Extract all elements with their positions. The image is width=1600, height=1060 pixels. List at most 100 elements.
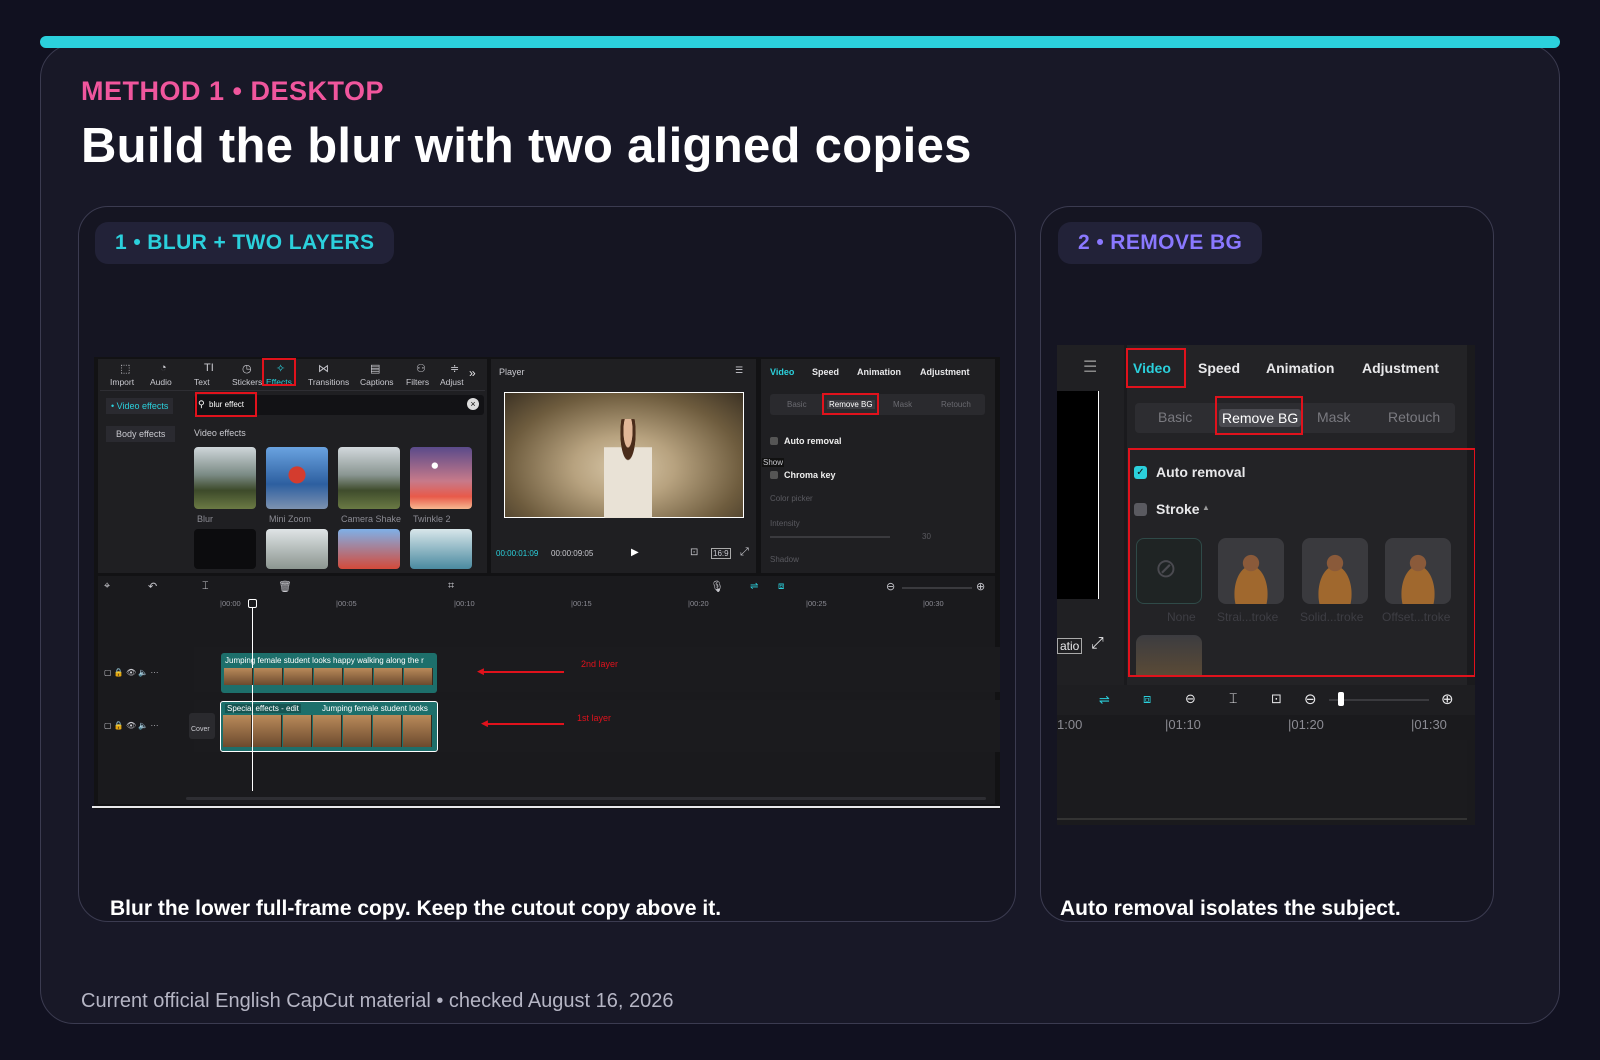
zoom-in-icon-2[interactable]: ⊕ [1441,690,1454,708]
undo-icon[interactable]: ↶ [148,580,157,593]
fullscreen-icon-2[interactable]: ⤢ [1091,635,1104,653]
card1-caption: Blur the lower full-frame copy. Keep the… [110,897,722,920]
filters-icon: ⚇ [416,363,426,375]
tab-animation[interactable]: Animation [1266,360,1334,376]
show-tooltip: Show [762,458,785,467]
playhead[interactable] [252,601,253,791]
toolbar-label-text[interactable]: Text [194,377,210,387]
effect-thumb-mini-zoom[interactable] [266,447,328,509]
clip-frame [404,668,433,685]
toolbar-label-captions[interactable]: Captions [360,377,394,387]
mic-icon[interactable]: 🎙 [710,580,724,593]
effect-label-twinkle: Twinkle 2 [413,514,451,524]
effect-thumb-red[interactable] [338,529,400,569]
delete-icon[interactable]: 🗑 [278,580,292,593]
stroke-checkbox[interactable] [1134,503,1147,516]
zoom-out-icon[interactable]: ⊖ [886,580,895,593]
zoom-slider[interactable] [902,587,972,589]
card2-pill: 2 • REMOVE BG [1058,222,1263,264]
ratio-button[interactable]: atio [1057,638,1083,654]
toolbar-label-filters[interactable]: Filters [406,377,429,387]
sidebar-item-body-effects[interactable]: Body effects [106,426,176,442]
auto-removal-checkbox[interactable] [770,437,778,445]
subtab-retouch[interactable]: Retouch [1388,409,1440,425]
accent-bar [40,36,1560,48]
split-icon[interactable]: ⌶ [202,580,209,593]
track1-controls[interactable]: ▢ 🔒 👁 🔈 ··· [104,721,159,730]
color-picker-label: Color picker [770,494,813,503]
subtab-basic[interactable]: Basic [1158,409,1192,425]
inspector-tab-animation[interactable]: Animation [857,367,901,377]
inspector-subtab-remove-bg[interactable]: Remove BG [827,400,875,409]
zoom-out-icon-2[interactable]: ⊖ [1304,690,1317,708]
section-title: Video effects [194,428,246,438]
none-icon: ⊘ [1155,553,1177,583]
magnet-icon-2[interactable]: ⧈ [1143,691,1151,707]
select-tool-icon[interactable]: ⌖ [104,580,110,593]
toolbar-label-adjust[interactable]: Adjust [440,377,464,387]
shadow-label: Shadow [770,555,799,564]
auto-removal-checkbox-2[interactable]: ✓ [1134,466,1147,479]
split-icon-2[interactable]: ⌶ [1229,690,1237,707]
toolbar-label-transitions[interactable]: Transitions [308,377,349,387]
inspector-subtab-retouch[interactable]: Retouch [941,400,971,409]
toolbar-label-audio[interactable]: Audio [150,377,172,387]
playhead-handle[interactable] [248,599,257,608]
stroke-option-2[interactable] [1302,538,1368,604]
crop-icon[interactable]: ⌗ [448,580,454,593]
play-icon[interactable]: ▶ [631,547,639,558]
zoom-slider-2[interactable] [1329,699,1429,701]
stroke-option-1[interactable] [1218,538,1284,604]
stroke-more-option[interactable] [1136,635,1202,675]
search-value: blur effect [209,400,244,409]
fit-icon[interactable]: ⊡ [690,547,698,558]
inspector-subtab-mask[interactable]: Mask [893,400,912,409]
chroma-key-checkbox[interactable] [770,471,778,479]
inspector-tab-adjustment[interactable]: Adjustment [920,367,970,377]
clip-frame [403,715,432,747]
effect-thumb-dark[interactable] [194,529,256,569]
aspect-ratio-button[interactable]: 16:9 [711,548,731,559]
subtab-mask[interactable]: Mask [1317,409,1350,425]
panel-menu-icon[interactable]: ☰ [1083,357,1097,377]
intensity-slider[interactable] [770,536,890,538]
effect-thumb-camera-shake[interactable] [338,447,400,509]
more-tools-icon[interactable]: » [469,366,476,380]
zoom-thumb-2[interactable] [1338,692,1344,706]
chain-icon[interactable]: ⊖ [1185,691,1196,707]
toolbar-label-stickers[interactable]: Stickers [232,377,262,387]
track2-controls[interactable]: ▢ 🔒 👁 🔈 ··· [104,668,159,677]
player-menu-icon[interactable]: ☰ [735,365,743,376]
fullscreen-icon[interactable]: ⤢ [740,546,749,559]
stickers-icon: ◷ [242,363,252,375]
inspector-subtab-basic[interactable]: Basic [787,400,807,409]
effect-thumb-forest[interactable] [266,529,328,569]
effect-thumb-twinkle[interactable] [410,447,472,509]
inspector-tab-video[interactable]: Video [770,367,794,377]
stroke-chevron-icon[interactable]: ▲ [1202,503,1210,512]
magnet-icon[interactable]: ⧈ [778,581,784,592]
tab-video[interactable]: Video [1133,360,1171,376]
ruler-label-2: |01:30 [1411,717,1447,732]
sidebar-item-video-effects[interactable]: • Video effects [106,398,174,414]
clear-search-icon[interactable]: × [467,398,479,410]
stroke-option-3[interactable] [1385,538,1451,604]
clip-frame [253,715,282,747]
effect-thumb-blur[interactable] [194,447,256,509]
tab-adjustment[interactable]: Adjustment [1362,360,1439,376]
clip-frame [223,715,252,747]
timeline-scrollbar[interactable] [186,797,986,800]
tab-speed[interactable]: Speed [1198,360,1240,376]
link-icon-2[interactable]: ⇌ [1099,692,1110,708]
player-edge [1057,391,1099,599]
subtab-remove-bg[interactable]: Remove BG [1219,409,1302,427]
stroke-option-label: Offset...troke [1382,610,1451,624]
zoom-in-icon[interactable]: ⊕ [976,580,985,593]
preview-icon[interactable]: ⊡ [1271,691,1282,707]
inspector-tab-speed[interactable]: Speed [812,367,839,377]
effect-thumb-sea[interactable] [410,529,472,569]
player-time-total: 00:00:09:05 [551,549,594,558]
clip-frame [374,668,403,685]
link-icon[interactable]: ⇌ [750,581,758,592]
toolbar-label-import[interactable]: Import [110,377,134,387]
